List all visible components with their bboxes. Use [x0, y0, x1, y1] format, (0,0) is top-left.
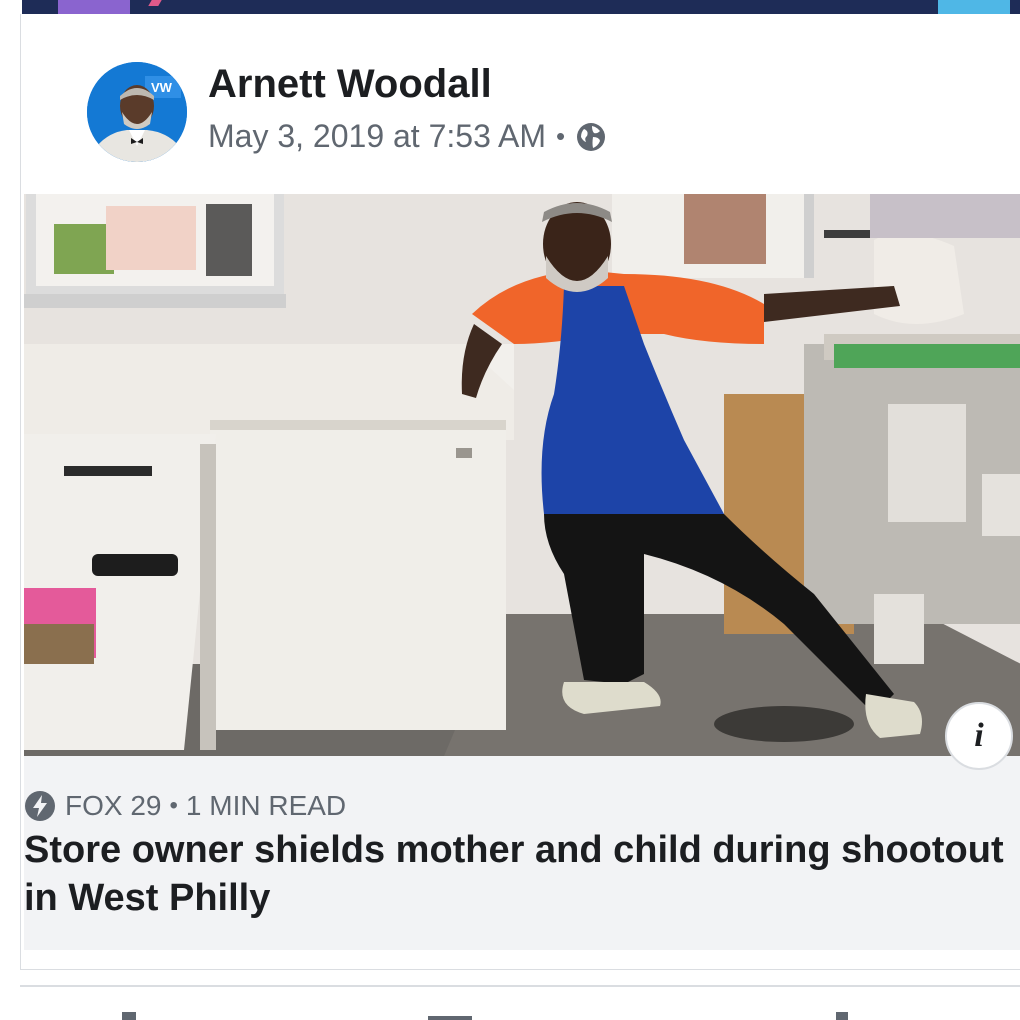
info-icon: i [974, 717, 984, 754]
link-preview[interactable]: FOX 29 • 1 MIN READ Store owner shields … [24, 756, 1020, 950]
like-icon[interactable] [122, 1012, 136, 1020]
share-icon[interactable] [836, 1012, 848, 1020]
top-banner-strip [22, 0, 1020, 14]
author-name[interactable]: Arnett Woodall [208, 62, 492, 107]
post-meta: May 3, 2019 at 7:53 AM • [208, 118, 607, 155]
banner-accent-pink [148, 0, 162, 6]
post-card: VW Arnett Woodall May 3, 2019 at 7:53 AM… [20, 14, 1020, 970]
post-header: VW Arnett Woodall May 3, 2019 at 7:53 AM… [21, 14, 1020, 194]
globe-icon[interactable] [575, 121, 607, 153]
comment-icon[interactable] [428, 1016, 472, 1020]
banner-accent-purple [58, 0, 130, 14]
info-button[interactable]: i [945, 702, 1013, 770]
avatar[interactable]: VW [87, 62, 187, 162]
source-separator: • [169, 792, 178, 819]
link-headline[interactable]: Store owner shields mother and child dur… [24, 826, 1020, 922]
actions-divider [20, 985, 1020, 987]
source-name: FOX 29 [65, 790, 162, 821]
read-time: 1 MIN READ [185, 790, 347, 821]
banner-accent-blue [938, 0, 1010, 14]
bolt-icon [24, 790, 56, 822]
meta-separator: • [555, 121, 566, 151]
svg-text:VW: VW [151, 80, 173, 95]
post-photo[interactable] [24, 194, 1020, 756]
source-line: FOX 29 • 1 MIN READ [24, 789, 346, 823]
post-timestamp[interactable]: May 3, 2019 at 7:53 AM [208, 118, 546, 155]
